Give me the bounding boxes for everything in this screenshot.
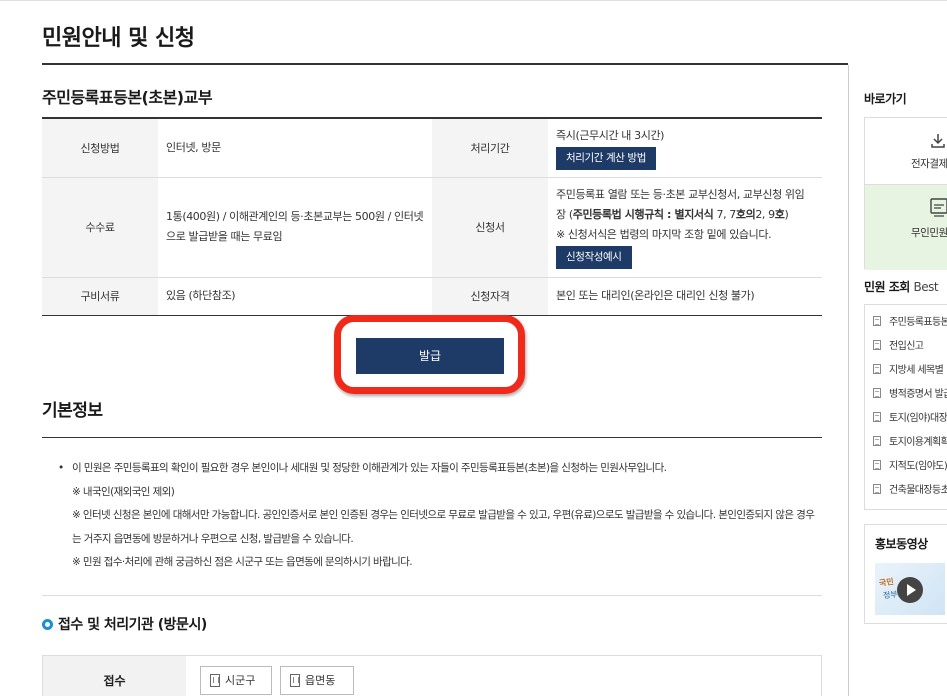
best-item-label: 지방세 세목별 — [889, 365, 944, 376]
service-info-table: 신청방법 인터넷, 방문 처리기간 즉시(근무시간 내 3시간) 처리기간 계산… — [42, 117, 822, 316]
play-icon[interactable] — [897, 577, 923, 603]
building-icon — [210, 674, 220, 687]
form-text-bold: 호 — [774, 208, 785, 221]
section-divider — [42, 595, 822, 596]
basic-info-line: ※ 민원 접수·처리에 관해 궁금하신 점은 시군구 또는 읍면동에 문의하시기… — [72, 556, 413, 568]
best-list-item[interactable]: 병적증명서 발급 — [873, 385, 947, 400]
document-icon — [873, 460, 881, 470]
main-content: 민원안내 및 신청 주민등록표등본(초본)교부 신청방법 인터넷, 방문 처리기… — [0, 0, 848, 696]
bullet-icon: • — [58, 462, 64, 474]
title-divider — [42, 63, 848, 65]
best-list-item[interactable]: 지적도(임야도) — [873, 457, 947, 472]
form-text: 7, 7 — [713, 208, 736, 221]
page-title: 민원안내 및 신청 — [42, 26, 195, 51]
best-item-label: 토지(임야)대장 — [889, 413, 947, 424]
sidebar-divider — [848, 65, 849, 696]
promo-title: 홍보동영상 — [875, 537, 928, 551]
docs-value: 있음 (하단참조) — [166, 289, 236, 302]
best-item-label: 전입신고 — [889, 341, 924, 352]
period-cell: 즉시(근무시간 내 3시간) 처리기간 계산 방법 — [548, 118, 822, 178]
method-value: 인터넷, 방문 — [158, 118, 432, 178]
best-list: 주민등록표등본전입신고지방세 세목별병적증명서 발급토지(임야)대장토지이용계획… — [864, 304, 947, 510]
document-icon — [873, 388, 881, 398]
highlight-annotation — [334, 315, 525, 394]
best-list-item[interactable]: 전입신고 — [873, 337, 924, 352]
fee-value: 1통(400원) / 이해관계인의 등·초본교부는 500원 / 인터넷으로 발… — [158, 177, 432, 278]
reception-head: 접수 — [43, 656, 186, 696]
building-icon — [290, 674, 300, 687]
qualification-label: 신청자격 — [432, 277, 548, 315]
docs-label: 구비서류 — [42, 277, 158, 315]
period-value: 즉시(근무시간 내 3시간) — [556, 128, 665, 142]
best-title: 민원 조회 Best — [864, 278, 939, 295]
best-title-text: 민원 조회 — [864, 280, 910, 294]
document-icon — [873, 484, 881, 494]
promo-text: 국민 — [878, 577, 895, 588]
best-list-item[interactable]: 토지이용계획확인 — [873, 433, 947, 448]
basic-info-line: ※ 내국인(재외국인 제외) — [72, 485, 175, 498]
table-row: 신청방법 인터넷, 방문 처리기간 즉시(근무시간 내 3시간) 처리기간 계산… — [42, 118, 822, 178]
form-note: ※ 신청서식은 법령의 마지막 조항 밑에 있습니다. — [556, 228, 772, 241]
document-icon — [873, 364, 881, 374]
quick-link-label: 무인민원 — [911, 227, 947, 239]
document-icon — [873, 436, 881, 446]
document-icon — [873, 412, 881, 422]
method-label: 신청방법 — [42, 118, 158, 178]
option-label: 시군구 — [225, 674, 256, 687]
basic-info-text: • 이 민원은 주민등록표의 확인이 필요한 경우 본인이나 세대원 및 정당한… — [58, 457, 818, 575]
promo-video-box: 홍보동영상 국민 정부24 — [864, 524, 947, 624]
quick-links-box: 전자결제 무인민원 — [864, 117, 947, 270]
basic-info-title: 기본정보 — [42, 401, 103, 421]
document-icon — [873, 340, 881, 350]
period-label: 처리기간 — [432, 118, 548, 178]
period-calc-button[interactable]: 처리기간 계산 방법 — [556, 146, 656, 170]
form-law-link[interactable]: 주민등록법 시행규칙 : 별지서식 — [573, 208, 714, 221]
form-text-bold: 호의 — [735, 208, 756, 221]
form-value: 주민등록표 열람 또는 등·초본 교부신청서, 교부신청 위임장 (주민등록법 … — [556, 185, 814, 225]
best-item-label: 병적증명서 발급 — [889, 389, 947, 400]
best-item-label: 주민등록표등본 — [889, 317, 947, 328]
best-item-label: 토지이용계획확인 — [889, 437, 947, 448]
promo-video-thumbnail[interactable]: 국민 정부24 — [875, 563, 945, 615]
quick-link-label: 전자결제 — [911, 158, 947, 170]
kiosk-icon — [930, 198, 947, 217]
circle-bullet-icon — [42, 619, 53, 630]
best-list-item[interactable]: 주민등록표등본 — [873, 313, 947, 328]
qualification-value: 본인 또는 대리인(온라인은 대리인 신청 불가) — [556, 289, 755, 302]
best-list-item[interactable]: 건축물대장등초본 — [873, 481, 947, 496]
best-list-item[interactable]: 토지(임야)대장 — [873, 409, 947, 424]
quick-links-title: 바로가기 — [864, 92, 907, 106]
download-icon — [931, 134, 945, 148]
table-row: 구비서류 있음 (하단참조) 신청자격 본인 또는 대리인(온라인은 대리인 신… — [42, 277, 822, 315]
best-title-suffix: Best — [913, 280, 939, 294]
basic-info-line: ※ 인터넷 신청은 본인에 대해서만 가능합니다. 공인인증서로 본인 인증된 … — [72, 509, 815, 545]
option-label: 읍면동 — [305, 674, 336, 687]
option-eupmyeondong-button[interactable]: 읍면동 — [280, 666, 354, 695]
form-cell: 주민등록표 열람 또는 등·초본 교부신청서, 교부신청 위임장 (주민등록법 … — [548, 177, 822, 278]
table-row: 수수료 1통(400원) / 이해관계인의 등·초본교부는 500원 / 인터넷… — [42, 177, 822, 278]
reception-title-text: 접수 및 처리기관 (방문시) — [58, 617, 207, 633]
fee-label: 수수료 — [42, 177, 158, 278]
form-example-button[interactable]: 신청작성예시 — [556, 246, 632, 269]
best-item-label: 건축물대장등초본 — [889, 485, 947, 496]
document-icon — [873, 316, 881, 326]
form-text: ) — [784, 208, 789, 221]
quick-link-kiosk[interactable]: 무인민원 — [865, 184, 947, 270]
service-title: 주민등록표등본(초본)교부 — [42, 88, 213, 107]
option-sigungu-button[interactable]: 시군구 — [200, 666, 272, 695]
basic-info-line: 이 민원은 주민등록표의 확인이 필요한 경우 본인이나 세대원 및 정당한 이… — [72, 462, 667, 474]
form-label: 신청서 — [432, 177, 548, 278]
best-item-label: 지적도(임야도) — [889, 461, 947, 472]
best-list-item[interactable]: 지방세 세목별 — [873, 361, 944, 376]
quick-link-payment[interactable]: 전자결제 — [865, 118, 947, 184]
reception-box: 접수 시군구 읍면동 — [42, 655, 822, 696]
basic-info-divider — [42, 437, 822, 438]
form-text: 2, 9 — [755, 208, 775, 221]
reception-title: 접수 및 처리기관 (방문시) — [42, 614, 207, 634]
